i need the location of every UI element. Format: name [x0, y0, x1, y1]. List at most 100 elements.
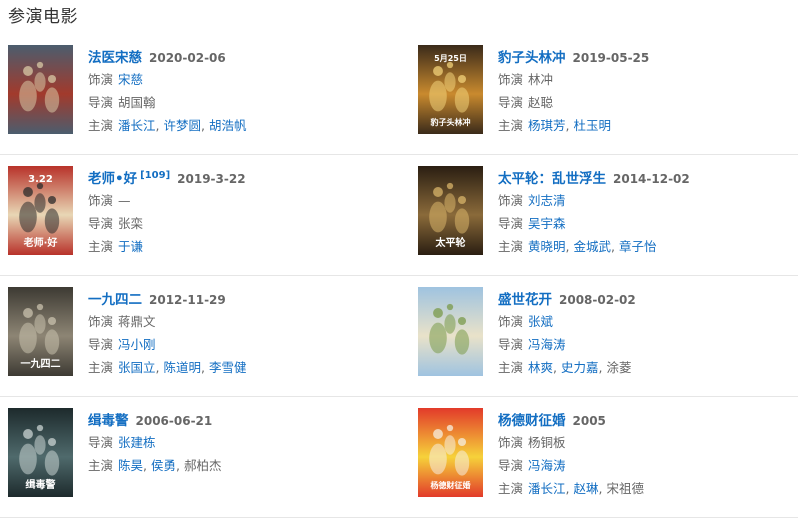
poster-art: 5月25日豹子头林冲: [418, 45, 483, 134]
person-link[interactable]: 张国立: [118, 360, 156, 375]
film-meta-row: 饰演 —: [88, 189, 398, 212]
film-release-date: 2020-02-06: [149, 51, 226, 65]
film-title-link[interactable]: 盛世花开: [498, 288, 552, 308]
film-meta-row: 主演 潘长江, 赵琳, 宋祖德: [498, 477, 806, 500]
film-meta-row: 主演 杨琪芳, 杜玉明: [498, 114, 806, 137]
film-meta-row: 主演 黄晓明, 金城武, 章子怡: [498, 235, 806, 258]
film-title-link[interactable]: 豹子头林冲: [498, 46, 566, 66]
film-meta-row: 导演 冯海涛: [498, 333, 806, 356]
person-link[interactable]: 章子怡: [619, 239, 657, 254]
person-link[interactable]: 潘长江: [118, 118, 156, 133]
name-separator: ,: [176, 458, 184, 473]
film-row: 缉毒警 缉毒警 2006-06-21 导演 张建栋 主演 陈昊, 侯勇, 郝柏杰 杨德财征婚杨…: [0, 397, 798, 518]
person-link[interactable]: 冯小刚: [118, 337, 156, 352]
person-link[interactable]: 史力嘉: [561, 360, 599, 375]
name-separator: ,: [611, 239, 619, 254]
film-title-link[interactable]: 法医宋慈: [88, 46, 142, 66]
person-link[interactable]: 吴宇森: [528, 216, 566, 231]
poster-text: 一九四二: [21, 357, 61, 370]
poster-text: 太平轮: [435, 236, 466, 249]
person-link[interactable]: 张斌: [528, 314, 553, 329]
film-poster[interactable]: 缉毒警: [8, 408, 73, 497]
film-poster[interactable]: 太平轮: [418, 166, 483, 255]
film-poster[interactable]: 一九四二: [8, 287, 73, 376]
film-title-line: 太平轮：乱世浮生 2014-12-02: [498, 167, 806, 189]
film-title-link[interactable]: 缉毒警: [88, 409, 129, 429]
person-link[interactable]: 于谦: [118, 239, 143, 254]
person-link[interactable]: 胡浩帆: [209, 118, 247, 133]
person-link[interactable]: 杨琪芳: [528, 118, 566, 133]
film-item: 杨德财征婚 杨德财征婚 2005 饰演 杨铜板 导演 冯海涛 主演 潘长江, 赵琳, 宋祖德: [418, 408, 806, 498]
poster-text: 杨德财征婚: [431, 480, 471, 490]
name-separator: ,: [201, 118, 209, 133]
film-title-line: 杨德财征婚 2005: [498, 409, 806, 431]
film-info: 豹子头林冲 2019-05-25 饰演 林冲 导演 赵聪 主演 杨琪芳, 杜玉明: [498, 45, 806, 137]
film-meta-row: 导演 吴宇森: [498, 212, 806, 235]
name-separator: ,: [143, 458, 151, 473]
film-info: 老师•好 [109] 2019-3-22 饰演 — 导演 张栾 主演 于谦: [88, 166, 398, 258]
person-link[interactable]: 刘志清: [528, 193, 566, 208]
person-link[interactable]: 赵琳: [573, 481, 598, 496]
film-info: 法医宋慈 2020-02-06 饰演 宋慈 导演 胡国翰 主演 潘长江, 许梦圆, 胡浩帆: [88, 45, 398, 137]
meta-label: 饰演: [498, 193, 524, 208]
meta-label: 主演: [88, 458, 114, 473]
meta-label: 饰演: [88, 193, 114, 208]
film-poster[interactable]: [418, 287, 483, 376]
film-item: 缉毒警 缉毒警 2006-06-21 导演 张建栋 主演 陈昊, 侯勇, 郝柏杰: [8, 408, 398, 498]
film-meta-row: 饰演 林冲: [498, 68, 806, 91]
film-title-line: 老师•好 [109] 2019-3-22: [88, 167, 398, 189]
film-meta-row: 主演 林爽, 史力嘉, 涂菱: [498, 356, 806, 379]
person-link[interactable]: 陈昊: [118, 458, 143, 473]
meta-label: 饰演: [498, 314, 524, 329]
person-link[interactable]: 张建栋: [118, 435, 156, 450]
film-release-date: 2014-12-02: [613, 172, 690, 186]
film-title-link[interactable]: 一九四二: [88, 288, 142, 308]
person-link[interactable]: 林爽: [528, 360, 553, 375]
meta-label: 饰演: [88, 314, 114, 329]
film-info: 杨德财征婚 2005 饰演 杨铜板 导演 冯海涛 主演 潘长江, 赵琳, 宋祖德: [498, 408, 806, 500]
film-title-link[interactable]: 杨德财征婚: [498, 409, 566, 429]
meta-label: 导演: [498, 216, 524, 231]
person-name: 涂菱: [606, 360, 632, 375]
film-meta-row: 饰演 杨铜板: [498, 431, 806, 454]
meta-label: 主演: [88, 239, 114, 254]
film-item: 法医宋慈 2020-02-06 饰演 宋慈 导演 胡国翰 主演 潘长江, 许梦圆, 胡浩帆: [8, 45, 398, 135]
film-info: 太平轮：乱世浮生 2014-12-02 饰演 刘志清 导演 吴宇森 主演 黄晓明, 金城武, …: [498, 166, 806, 258]
poster-text: 豹子头林冲: [430, 117, 471, 127]
person-link[interactable]: 侯勇: [151, 458, 176, 473]
film-meta-row: 导演 胡国翰: [88, 91, 398, 114]
person-name: 宋祖德: [606, 481, 644, 496]
person-link[interactable]: 冯海涛: [528, 458, 566, 473]
film-meta-row: 饰演 刘志清: [498, 189, 806, 212]
film-poster[interactable]: [8, 45, 73, 134]
person-link[interactable]: 李雪健: [209, 360, 247, 375]
poster-art: [8, 45, 73, 134]
film-title-link[interactable]: 老师•好: [88, 167, 137, 187]
person-link[interactable]: 冯海涛: [528, 337, 566, 352]
film-title-link[interactable]: 太平轮：乱世浮生: [498, 167, 606, 187]
film-meta-row: 导演 赵聪: [498, 91, 806, 114]
film-item: 盛世花开 2008-02-02 饰演 张斌 导演 冯海涛 主演 林爽, 史力嘉, 涂菱: [418, 287, 806, 377]
film-meta-row: 饰演 蒋鼎文: [88, 310, 398, 333]
person-link[interactable]: 陈道明: [163, 360, 201, 375]
film-poster[interactable]: 杨德财征婚: [418, 408, 483, 497]
film-poster[interactable]: 5月25日 豹子头林冲: [418, 45, 483, 134]
film-row: 法医宋慈 2020-02-06 饰演 宋慈 导演 胡国翰 主演 潘长江, 许梦圆, 胡浩帆 5月…: [0, 34, 798, 155]
person-link[interactable]: 潘长江: [528, 481, 566, 496]
person-link[interactable]: 黄晓明: [528, 239, 566, 254]
poster-art: 3.22 老师·好: [8, 166, 73, 255]
meta-label: 饰演: [88, 72, 114, 87]
person-name: 胡国翰: [118, 95, 156, 110]
person-link[interactable]: 宋慈: [118, 72, 143, 87]
meta-label: 主演: [498, 481, 524, 496]
film-poster[interactable]: 3.22 老师·好: [8, 166, 73, 255]
person-link[interactable]: 金城武: [573, 239, 611, 254]
meta-label: 主演: [498, 118, 524, 133]
person-link[interactable]: 杜玉明: [573, 118, 611, 133]
person-link[interactable]: 许梦圆: [163, 118, 201, 133]
poster-text: 3.22: [28, 174, 53, 185]
film-release-date: 2019-3-22: [177, 172, 246, 186]
section-title: 参演电影: [8, 7, 78, 27]
film-row: 一九四二 一九四二 2012-11-29 饰演 蒋鼎文 导演 冯小刚 主演 张国立, 陈道明, …: [0, 276, 798, 397]
reference-marker[interactable]: [109]: [140, 170, 170, 181]
